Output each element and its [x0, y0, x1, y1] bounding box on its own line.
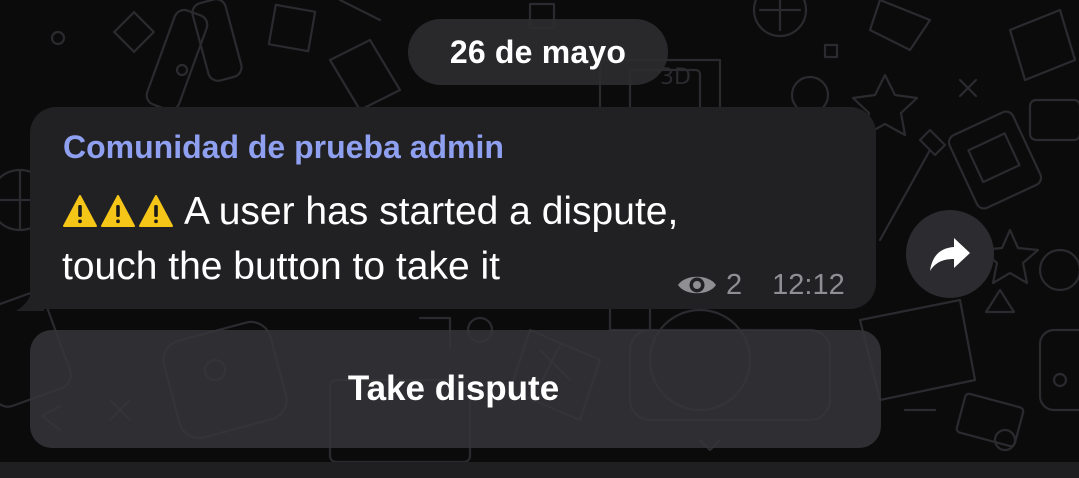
message-text: A user has started a dispute,	[184, 190, 679, 233]
take-dispute-button[interactable]: Take dispute	[30, 330, 881, 448]
message-time: 12:12	[772, 268, 845, 301]
view-count: 2	[726, 268, 743, 301]
share-arrow-icon	[930, 238, 970, 271]
share-button[interactable]	[906, 210, 994, 298]
date-separator: 26 de mayo	[408, 19, 668, 85]
message-meta: 2 12:12	[676, 265, 845, 305]
take-dispute-label: Take dispute	[347, 369, 560, 408]
svg-text:3D: 3D	[660, 65, 691, 90]
bottom-bar	[0, 462, 1079, 478]
message-text-line-1: A user has started a dispute,	[62, 190, 678, 234]
message-text-line-2: touch the button to take it	[62, 245, 500, 288]
warning-icon	[139, 195, 173, 227]
warning-icon	[101, 195, 135, 227]
sender-name[interactable]: Comunidad de prueba admin	[63, 129, 504, 166]
warning-icon	[63, 195, 97, 227]
eye-icon	[678, 276, 716, 294]
warning-icons	[62, 194, 174, 228]
